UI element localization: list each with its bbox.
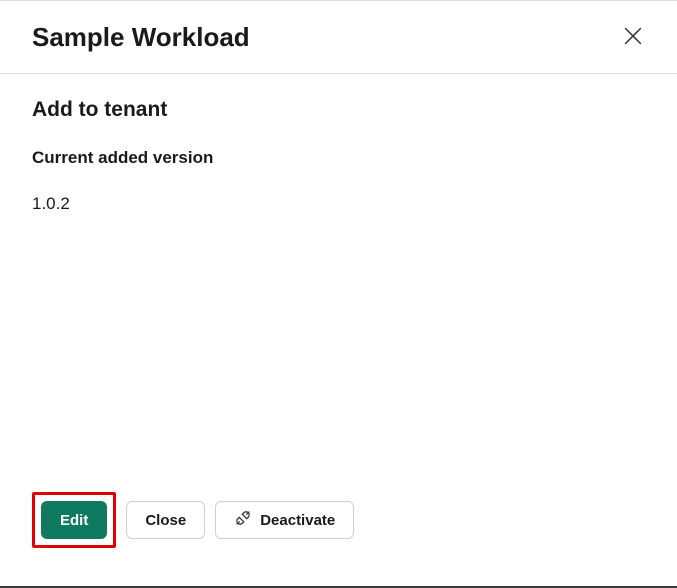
panel-title: Sample Workload — [32, 22, 250, 53]
close-button[interactable]: Close — [126, 501, 205, 539]
close-icon — [624, 27, 642, 48]
edit-button-label: Edit — [60, 512, 88, 529]
panel-header: Sample Workload — [0, 1, 677, 74]
deactivate-button-label: Deactivate — [260, 512, 335, 529]
section-title: Add to tenant — [32, 98, 645, 122]
highlight-frame: Edit — [32, 492, 116, 548]
edit-button[interactable]: Edit — [41, 501, 107, 539]
version-label: Current added version — [32, 148, 645, 168]
deactivate-button[interactable]: Deactivate — [215, 501, 354, 539]
panel-content: Add to tenant Current added version 1.0.… — [0, 74, 677, 570]
list-view-button[interactable] — [625, 88, 653, 116]
unplug-icon — [234, 509, 252, 531]
collapse-top-button[interactable] — [625, 140, 653, 168]
panel-footer: Edit Close Deactivate — [32, 492, 354, 548]
side-toolbar — [625, 88, 653, 168]
close-button-label: Close — [145, 512, 186, 529]
close-panel-button[interactable] — [617, 21, 649, 53]
version-value: 1.0.2 — [32, 194, 645, 214]
